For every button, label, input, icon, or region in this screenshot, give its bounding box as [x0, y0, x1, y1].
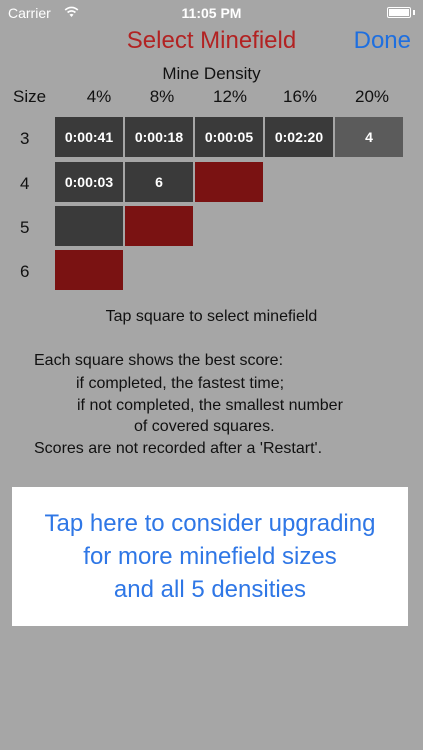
upgrade-line-3: and all 5 densities: [113, 576, 307, 603]
info-line-5: Scores are not recorded after a 'Restart…: [34, 440, 323, 457]
minefield-cell-3-8[interactable]: 0:00:18: [125, 117, 193, 157]
minefield-cell-3-20[interactable]: 4: [335, 117, 403, 157]
upgrade-line-2: for more minefield sizes: [83, 543, 337, 570]
density-header-20: 20%: [354, 87, 390, 106]
status-bar: Carrier 11:05 PM: [0, 0, 423, 26]
info-line-4: of covered squares.: [134, 418, 275, 435]
status-time: 11:05 PM: [181, 5, 242, 21]
info-line-2: if completed, the fastest time;: [76, 375, 285, 392]
minefield-cell-4-8[interactable]: 6: [125, 162, 193, 202]
row-label-size-6: 6: [20, 262, 30, 281]
row-label-size-5: 5: [20, 218, 30, 237]
select-hint: Tap square to select minefield: [105, 308, 318, 325]
density-header-12: 12%: [212, 87, 248, 106]
battery-icon: [387, 7, 411, 18]
density-header-8: 8%: [149, 87, 175, 106]
minefield-cell-4-12[interactable]: [195, 162, 263, 202]
row-label-size-3: 3: [20, 129, 30, 148]
minefield-cell-5-8[interactable]: [125, 206, 193, 246]
minefield-cell-4-4[interactable]: 0:00:03: [55, 162, 123, 202]
upgrade-button[interactable]: Tap here to consider upgrading for more …: [12, 487, 408, 626]
minefield-cell-3-12[interactable]: 0:00:05: [195, 117, 263, 157]
size-header: Size: [13, 87, 47, 106]
minefield-cell-3-4[interactable]: 0:00:41: [55, 117, 123, 157]
minefield-cell-5-4[interactable]: [55, 206, 123, 246]
battery-tip: [413, 10, 415, 15]
row-label-size-4: 4: [20, 174, 30, 193]
info-line-1: Each square shows the best score:: [34, 352, 284, 369]
minefield-cell-6-4[interactable]: [55, 250, 123, 290]
density-header-16: 16%: [282, 87, 318, 106]
density-header-4: 4%: [86, 87, 112, 106]
minefield-cell-3-16[interactable]: 0:02:20: [265, 117, 333, 157]
density-title: Mine Density: [162, 64, 261, 83]
info-line-3: if not completed, the smallest number: [77, 397, 343, 414]
done-button[interactable]: Done: [354, 27, 411, 55]
upgrade-line-1: Tap here to consider upgrading: [44, 510, 376, 537]
